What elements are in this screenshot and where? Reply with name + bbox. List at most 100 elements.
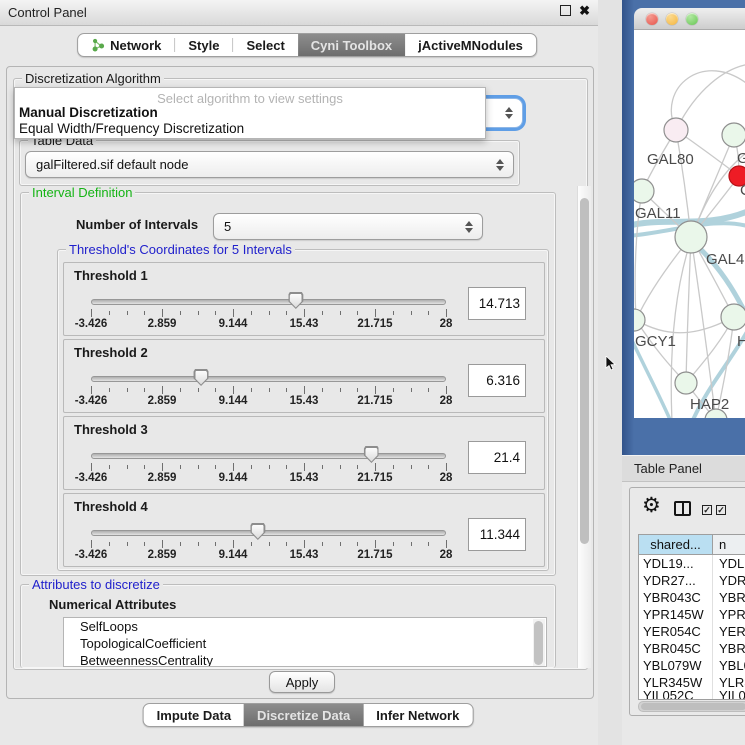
- close-traffic-light-icon[interactable]: [646, 13, 658, 25]
- node-label: GAL4: [706, 251, 744, 268]
- slider-tick-labels: -3.4262.8599.14415.4321.71528: [91, 549, 446, 563]
- column-header-name[interactable]: n: [713, 535, 745, 554]
- algorithm-option-manual[interactable]: Manual Discretization: [19, 105, 158, 120]
- node-h[interactable]: [721, 304, 745, 330]
- algorithm-option-equal-width[interactable]: Equal Width/Frequency Discretization: [19, 121, 244, 136]
- number-of-intervals-label: Number of Intervals: [76, 217, 198, 232]
- table-row[interactable]: YBR043CYBR0: [639, 589, 745, 606]
- control-panel-title: Control Panel: [8, 5, 87, 20]
- table-panel-titlebar: Table Panel: [622, 455, 745, 482]
- panel-divider[interactable]: [598, 0, 622, 745]
- screen: Control Panel ✖ Network Style: [0, 0, 745, 745]
- control-panel-titlebar: Control Panel ✖: [0, 0, 598, 26]
- tab-select[interactable]: Select: [233, 34, 297, 56]
- table-row[interactable]: YPR145WYPR1: [639, 606, 745, 623]
- threshold-4-slider[interactable]: [91, 530, 446, 536]
- numerical-attributes-list[interactable]: SelfLoops TopologicalCoefficient Between…: [63, 617, 547, 667]
- zoom-traffic-light-icon[interactable]: [686, 13, 698, 25]
- table-horizontal-scrollbar[interactable]: [638, 701, 745, 712]
- table-data-combobox[interactable]: galFiltered.sif default node: [25, 151, 514, 178]
- slider-tick-labels: -3.4262.8599.14415.4321.71528: [91, 472, 446, 486]
- mouse-cursor: [605, 356, 619, 372]
- tab-cyni-toolbox[interactable]: Cyni Toolbox: [298, 34, 405, 56]
- node-gal11[interactable]: [634, 179, 654, 203]
- threshold-4-value-field[interactable]: 11.344: [468, 518, 526, 551]
- tab-discretize-data[interactable]: Discretize Data: [244, 704, 363, 726]
- threshold-4-slider-thumb[interactable]: [250, 523, 265, 540]
- node-hap2[interactable]: [675, 372, 697, 394]
- tab-impute-data[interactable]: Impute Data: [144, 704, 244, 726]
- node-gal4[interactable]: [675, 221, 707, 253]
- threshold-1-row: Threshold 1 -3.4262.8599.14415.4321.7152…: [63, 262, 545, 336]
- network-graph: GAL80 GA C GAL11 GAL4 GCY1 H HAP2: [634, 30, 745, 418]
- node-gcy1[interactable]: [634, 309, 645, 331]
- slider-ticks: [91, 540, 446, 549]
- thresholds-group-title: Threshold's Coordinates for 5 Intervals: [66, 242, 295, 257]
- list-item[interactable]: SelfLoops: [64, 618, 546, 635]
- float-window-icon[interactable]: [560, 5, 571, 16]
- thresholds-group: Threshold's Coordinates for 5 Intervals …: [57, 249, 549, 571]
- table-row-partial[interactable]: YIL052CYIL0: [639, 691, 745, 699]
- node-attribute-table: shared... n YDL19...YDL1 YDR27...YDR2 YB…: [638, 534, 745, 700]
- table-row[interactable]: YBR045CYBR0: [639, 640, 745, 657]
- node-top-right[interactable]: [722, 123, 745, 147]
- combo-stepper-icon: [505, 107, 513, 119]
- gear-icon[interactable]: ⚙: [642, 495, 661, 517]
- node-gal80[interactable]: [664, 118, 688, 142]
- top-tab-bar: Network Style Select Cyni Toolbox jActiv…: [77, 33, 537, 57]
- interval-definition-title: Interval Definition: [29, 185, 135, 200]
- table-row[interactable]: YLR345WYLR3: [639, 674, 745, 691]
- table-panel-title: Table Panel: [634, 461, 702, 476]
- network-canvas[interactable]: GAL80 GA C GAL11 GAL4 GCY1 H HAP2: [634, 30, 745, 418]
- checkbox-icon[interactable]: ✓: [702, 505, 712, 515]
- settings-scrollbar[interactable]: [577, 186, 591, 668]
- network-icon: [91, 38, 105, 52]
- table-row[interactable]: YDR27...YDR2: [639, 572, 745, 589]
- network-window-titlebar[interactable]: [634, 8, 745, 30]
- combo-stepper-icon: [465, 221, 473, 233]
- checkbox-icon[interactable]: ✓: [716, 505, 726, 515]
- table-data-group: Table Data galFiltered.sif default node: [19, 140, 520, 186]
- list-item[interactable]: TopologicalCoefficient: [64, 635, 546, 652]
- threshold-3-value-field[interactable]: 21.4: [468, 441, 526, 474]
- tab-style[interactable]: Style: [175, 34, 232, 56]
- tab-jactivemnodules[interactable]: jActiveMNodules: [405, 34, 536, 56]
- algorithm-prompt: Select algorithm to view settings: [15, 91, 485, 106]
- bottom-tab-bar: Impute Data Discretize Data Infer Networ…: [143, 703, 474, 727]
- slider-ticks: [91, 386, 446, 395]
- tab-infer-network[interactable]: Infer Network: [363, 704, 472, 726]
- threshold-3-slider[interactable]: [91, 453, 446, 459]
- list-scrollbar[interactable]: [533, 619, 545, 667]
- threshold-1-slider[interactable]: [91, 299, 446, 305]
- table-row[interactable]: YER054CYER0: [639, 623, 745, 640]
- number-of-intervals-combobox[interactable]: 5: [213, 213, 483, 240]
- slider-tick-labels: -3.4262.8599.14415.4321.71528: [91, 318, 446, 332]
- threshold-2-value-field[interactable]: 6.316: [468, 364, 526, 397]
- number-of-intervals-value: 5: [224, 219, 231, 234]
- tab-network[interactable]: Network: [78, 34, 174, 56]
- close-icon[interactable]: ✖: [579, 5, 590, 16]
- table-row[interactable]: YBL079WYBL0: [639, 657, 745, 674]
- threshold-3-slider-thumb[interactable]: [364, 446, 379, 463]
- combo-stepper-icon: [496, 159, 504, 171]
- node-label: GAL11: [635, 205, 681, 222]
- threshold-2-slider-thumb[interactable]: [194, 369, 209, 386]
- discretization-algorithm-group-title: Discretization Algorithm: [22, 71, 164, 86]
- interval-definition-group: Interval Definition Number of Intervals …: [20, 192, 556, 576]
- table-row[interactable]: YDL19...YDL1: [639, 555, 745, 572]
- threshold-1-slider-thumb[interactable]: [288, 292, 303, 309]
- apply-button[interactable]: Apply: [269, 671, 335, 693]
- threshold-2-row: Threshold 2 -3.4262.8599.14415.4321.7152…: [63, 339, 545, 413]
- threshold-3-row: Threshold 3 -3.4262.8599.14415.4321.7152…: [63, 416, 545, 490]
- threshold-1-value-field[interactable]: 14.713: [468, 287, 526, 320]
- table-data-value: galFiltered.sif default node: [36, 157, 188, 172]
- node-label: GCY1: [635, 333, 676, 350]
- node-label: HAP2: [690, 396, 729, 413]
- minimize-traffic-light-icon[interactable]: [666, 13, 678, 25]
- algorithm-dropdown-popup: Select algorithm to view settings Manual…: [14, 87, 486, 139]
- list-item[interactable]: BetweennessCentrality: [64, 652, 546, 667]
- split-columns-icon[interactable]: [674, 501, 691, 516]
- table-panel-window: ⚙ ✓ ✓ shared... n YDL19...YDL1 YDR27...Y…: [629, 487, 745, 716]
- threshold-2-slider[interactable]: [91, 376, 446, 382]
- column-header-shared-name[interactable]: shared...: [639, 535, 713, 554]
